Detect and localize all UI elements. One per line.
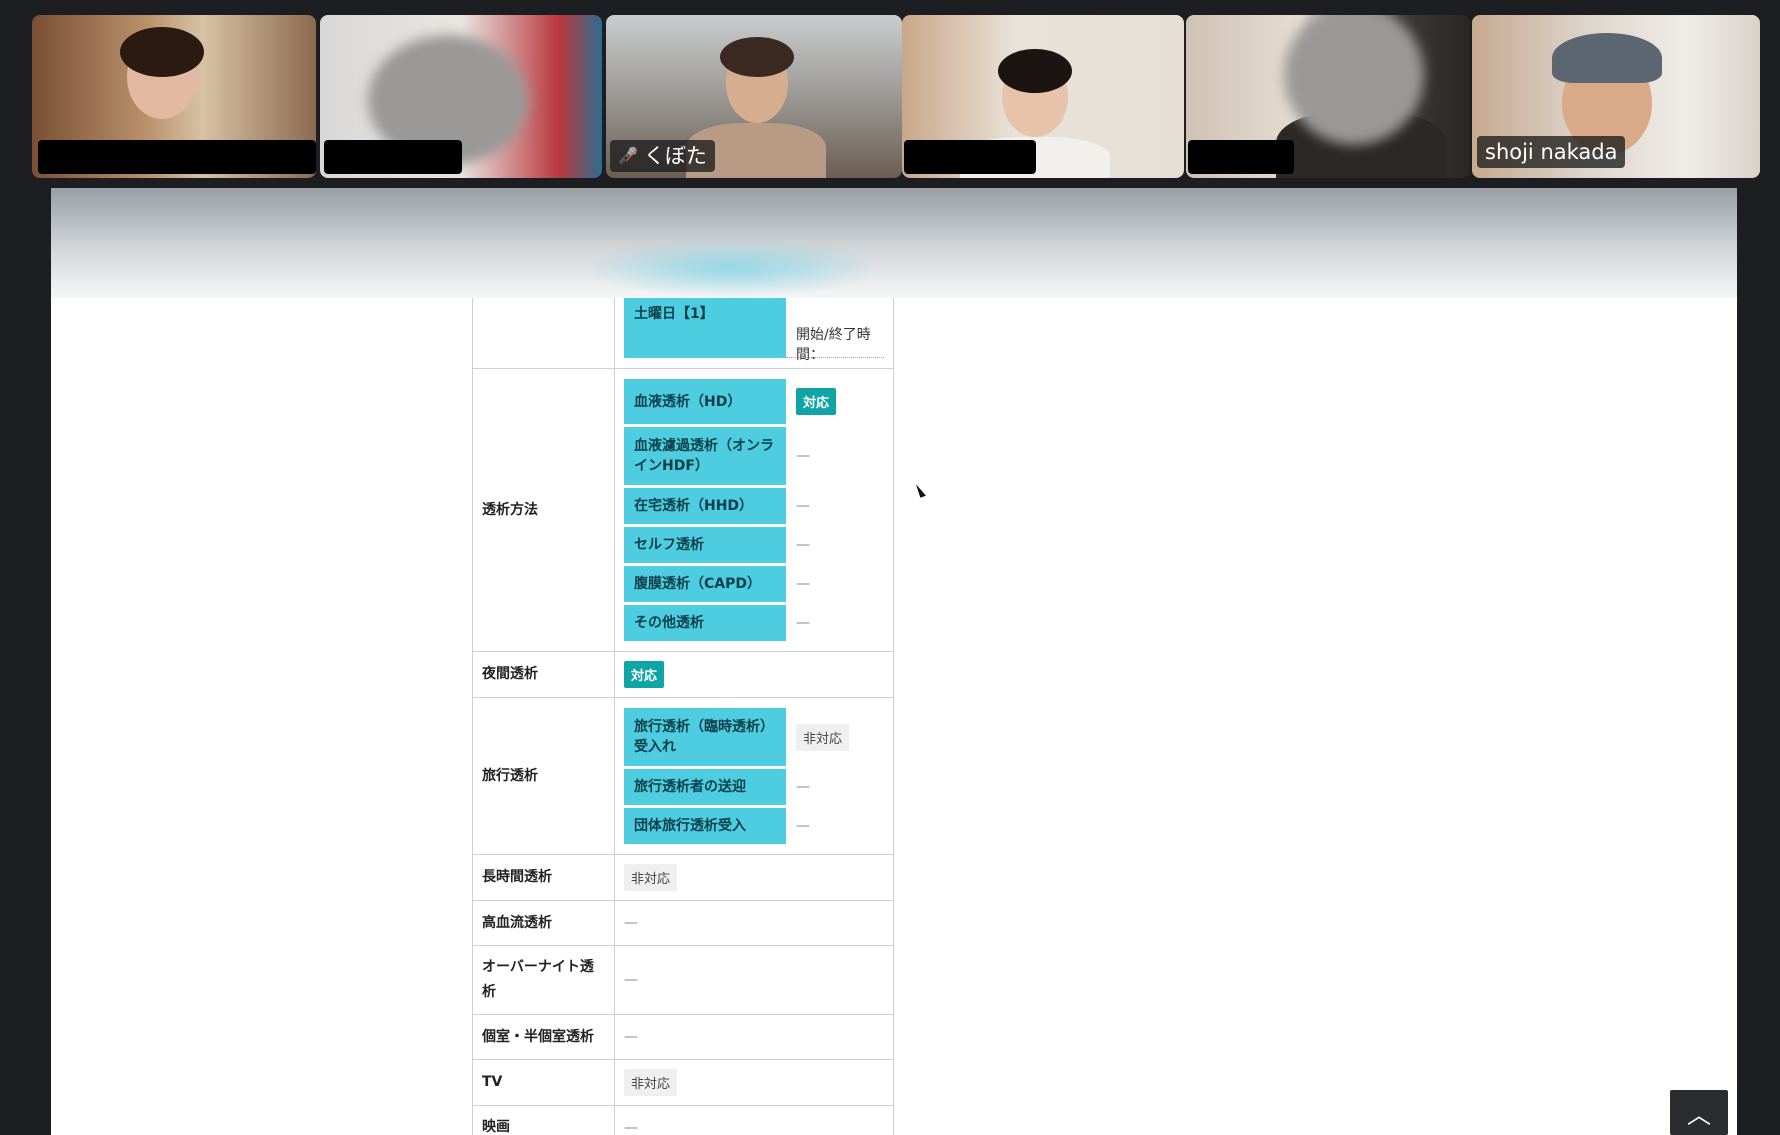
sub-label-saturday: 土曜日【1】 [624,298,786,358]
value-dash: — [796,576,810,592]
value-dash: — [796,448,810,464]
blurred-header-banner [51,188,1737,298]
sub-label: 旅行透析（臨時透析）受入れ [624,708,786,766]
table-row-travel-dialysis: 旅行透析 旅行透析（臨時透析）受入れ 非対応 旅行透析者の送迎 — 団体旅行透析… [472,697,894,854]
row-header-travel-dialysis: 旅行透析 [473,698,615,854]
participant-tile-5[interactable] [1186,15,1470,178]
sub-label: 団体旅行透析受入 [624,808,786,844]
participant-tile-2[interactable] [320,15,602,178]
row-header-night-dialysis: 夜間透析 [473,652,615,697]
redacted-name [324,140,462,174]
redacted-name [1188,140,1294,174]
table-row-tv: TV 非対応 [472,1059,894,1105]
participant-name-tag: 🎤̸ くぼた [610,140,715,172]
supported-badge: 対応 [624,661,665,688]
table-row-overnight-dialysis: オーバーナイト透析 — [472,945,894,1014]
participant-tile-3[interactable]: 🎤̸ くぼた [606,15,902,178]
participant-hair [998,49,1072,93]
participant-name: くぼた [643,144,707,168]
value-dash: — [624,972,638,988]
muted-mic-icon: 🎤̸ [618,146,638,165]
table-row-saturday: 土曜日【1】 開始/終了時間： [472,298,894,368]
row-header-high-flow-dialysis: 高血流透析 [473,901,615,945]
table-row-private-room-dialysis: 個室・半個室透析 — [472,1014,894,1059]
value-dash: — [796,615,810,631]
sub-label: 腹膜透析（CAPD） [624,566,786,602]
table-row-high-flow-dialysis: 高血流透析 — [472,900,894,945]
value-dash: — [624,1029,638,1045]
sub-label: 血液濾過透析（オンラインHDF） [624,427,786,485]
table-row-night-dialysis: 夜間透析 対応 [472,651,894,697]
not-supported-badge: 非対応 [624,1069,678,1096]
not-supported-badge: 非対応 [624,864,678,891]
row-header-private-room-dialysis: 個室・半個室透析 [473,1015,615,1059]
value-dash: — [796,779,810,795]
row-header-tv: TV [473,1060,615,1105]
participant-strip: 🎤̸ くぼた shoji nakada [32,15,1760,178]
value-dash: — [624,1119,638,1135]
participant-name: shoji nakada [1485,140,1618,164]
value-dash: — [796,498,810,514]
row-header-movie: 映画 [473,1106,615,1135]
table-row-dialysis-method: 透析方法 血液透析（HD） 対応 血液濾過透析（オンラインHDF） — 在宅透析… [472,368,894,651]
row-header-long-dialysis: 長時間透析 [473,855,615,900]
table-row-movie: 映画 — [472,1105,894,1135]
scroll-to-top-button[interactable]: ︿ [1670,1090,1728,1135]
sub-label: 旅行透析者の送迎 [624,769,786,805]
shared-screen: 土曜日【1】 開始/終了時間： 透析方法 血液透析（HD） 対応 血液濾過透析（… [51,188,1737,1135]
value-dash: — [796,818,810,834]
dialysis-info-table: 土曜日【1】 開始/終了時間： 透析方法 血液透析（HD） 対応 血液濾過透析（… [472,298,894,1135]
redacted-name [904,140,1036,174]
chevron-up-icon: ︿ [1687,1101,1711,1129]
value-dash: — [796,537,810,553]
participant-name-tag: shoji nakada [1477,136,1626,168]
row-header-dialysis-method: 透析方法 [473,369,615,651]
participant-tile-1[interactable] [32,15,316,178]
sub-label: 血液透析（HD） [624,379,786,424]
participant-tile-6-active-speaker[interactable]: shoji nakada [1472,15,1760,178]
row-header-overnight-dialysis: オーバーナイト透析 [473,946,615,1014]
participant-tile-4[interactable] [902,15,1184,178]
sub-label: セルフ透析 [624,527,786,563]
value-dash: — [624,915,638,931]
participant-cap [1552,33,1662,83]
sub-label: 在宅透析（HHD） [624,488,786,524]
supported-badge: 対応 [796,388,837,415]
not-supported-badge: 非対応 [796,723,850,751]
sub-label: その他透析 [624,605,786,641]
table-row-long-dialysis: 長時間透析 非対応 [472,854,894,900]
participant-hair [720,37,794,77]
start-end-time-label: 開始/終了時間： [786,298,884,363]
participant-hair [120,27,204,77]
redacted-name [38,140,316,174]
